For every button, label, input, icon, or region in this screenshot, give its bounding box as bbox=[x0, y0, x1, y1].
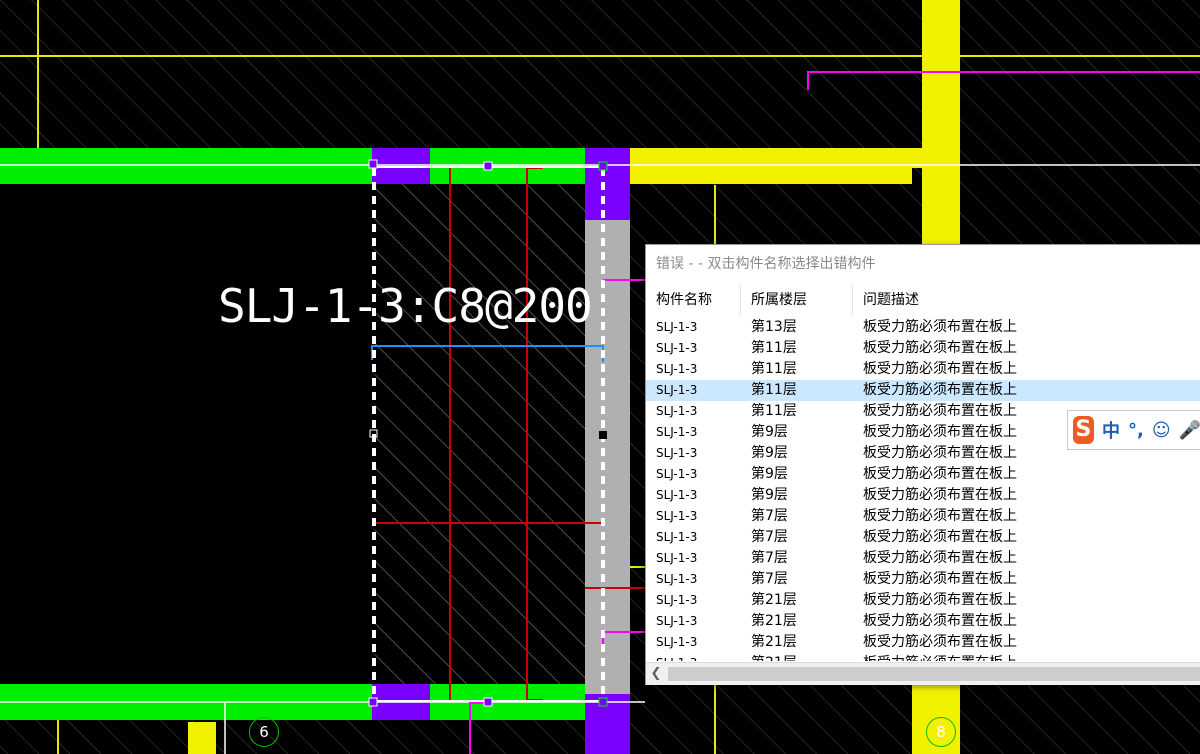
table-row[interactable]: SLJ-1-3 第11层 板受力筋必须布置在板上 bbox=[646, 338, 1200, 359]
row-floor: 第9层 bbox=[751, 424, 788, 440]
row-component-name: SLJ-1-3 bbox=[656, 467, 698, 481]
row-floor: 第21层 bbox=[741, 653, 853, 661]
ime-toolbar: S 中 °, ☺ 🎤 bbox=[1067, 410, 1200, 450]
row-component-name: SLJ-1-3 bbox=[656, 320, 698, 334]
row-component-name: SLJ-1-3 bbox=[656, 383, 698, 397]
row-floor: 第7层 bbox=[751, 508, 788, 524]
row-component-name: SLJ-1-3 bbox=[656, 614, 698, 628]
table-row[interactable]: SLJ-1-3 第11层 板受力筋必须布置在板上 bbox=[646, 359, 1200, 380]
row-description: 板受力筋必须布置在板上 bbox=[863, 571, 1017, 587]
row-description: 板受力筋必须布置在板上 bbox=[863, 550, 1017, 566]
column-header-name[interactable]: 构件名称 bbox=[646, 285, 741, 315]
row-floor: 第11层 bbox=[751, 403, 797, 419]
grip-handle bbox=[368, 697, 378, 707]
row-floor: 第11层 bbox=[751, 382, 797, 398]
grip-handle bbox=[598, 697, 608, 707]
table-row[interactable]: SLJ-1-3 第7层 板受力筋必须布置在板上 bbox=[646, 569, 1200, 590]
table-row[interactable]: SLJ-1-3 第7层 板受力筋必须布置在板上 bbox=[646, 548, 1200, 569]
ime-emoji-icon[interactable]: ☺ bbox=[1152, 420, 1171, 441]
ime-punctuation-button[interactable]: °, bbox=[1128, 420, 1144, 441]
table-row[interactable]: SLJ-1-3 第9层 板受力筋必须布置在板上 bbox=[646, 464, 1200, 485]
row-floor: 第11层 bbox=[751, 340, 797, 356]
row-component-name: SLJ-1-3 bbox=[656, 404, 698, 418]
grip-handle bbox=[599, 431, 607, 439]
row-floor: 第13层 bbox=[751, 319, 797, 335]
horizontal-scrollbar[interactable]: ❮ bbox=[646, 662, 1200, 685]
row-component-name: SLJ-1-3 bbox=[656, 362, 698, 376]
row-floor: 第7层 bbox=[751, 571, 788, 587]
yellow-beam bbox=[922, 0, 960, 245]
row-description: 板受力筋必须布置在板上 bbox=[863, 508, 1017, 524]
yellow-beam bbox=[630, 168, 912, 184]
scrollbar-thumb[interactable] bbox=[668, 667, 1200, 681]
row-component-name: SLJ-1-3 bbox=[656, 635, 698, 649]
grip-handle bbox=[368, 159, 378, 169]
row-floor: 第9层 bbox=[751, 487, 788, 503]
row-floor: 第7层 bbox=[751, 550, 788, 566]
table-row[interactable]: SLJ-1-3 第21层 板受力筋必须布置在板上 bbox=[646, 632, 1200, 653]
slab-black-room bbox=[0, 184, 372, 684]
grip-handle bbox=[483, 697, 493, 707]
row-description: 板受力筋必须布置在板上 bbox=[863, 634, 1017, 650]
row-floor: 第7层 bbox=[751, 529, 788, 545]
row-component-name: SLJ-1-3 bbox=[656, 425, 698, 439]
table-row[interactable]: SLJ-1-3 第13层 板受力筋必须布置在板上 bbox=[646, 317, 1200, 338]
column-header-description[interactable]: 问题描述 bbox=[853, 285, 1200, 315]
row-description: 板受力筋必须布置在板上 bbox=[863, 487, 1017, 503]
row-floor: 第9层 bbox=[751, 445, 788, 461]
row-description: 板受力筋必须布置在板上 bbox=[863, 592, 1017, 608]
row-description: 板受力筋必须布置在板上 bbox=[853, 653, 1200, 661]
yellow-beam bbox=[188, 722, 216, 754]
error-table-body: SLJ-1-3 第13层 板受力筋必须布置在板上 SLJ-1-3 第11层 板受力筋必须布… bbox=[646, 317, 1200, 661]
error-panel-title[interactable]: 错误 - - 双击构件名称选择出错构件 bbox=[646, 245, 1200, 283]
row-floor: 第9层 bbox=[751, 466, 788, 482]
table-row[interactable]: SLJ-1-3 第7层 板受力筋必须布置在板上 bbox=[646, 527, 1200, 548]
table-row[interactable]: SLJ-1-3第21层板受力筋必须布置在板上 bbox=[646, 653, 1200, 661]
rebar-label[interactable]: SLJ-1-3:C8@200 bbox=[218, 278, 593, 334]
row-floor: 第21层 bbox=[751, 613, 797, 629]
error-table-header: 构件名称 所属楼层 问题描述 bbox=[646, 285, 1200, 315]
row-description: 板受力筋必须布置在板上 bbox=[863, 613, 1017, 629]
sogou-logo-icon[interactable]: S bbox=[1073, 416, 1094, 444]
chevron-left-icon[interactable]: ❮ bbox=[646, 663, 666, 685]
ime-chinese-mode-button[interactable]: 中 bbox=[1102, 417, 1120, 443]
row-floor: 第21层 bbox=[751, 592, 797, 608]
column-header-floor[interactable]: 所属楼层 bbox=[741, 285, 853, 315]
row-component-name: SLJ-1-3 bbox=[656, 551, 698, 565]
row-component-name: SLJ-1-3 bbox=[656, 446, 698, 460]
row-component-name: SLJ-1-3 bbox=[656, 572, 698, 586]
table-row[interactable]: SLJ-1-3 第9层 板受力筋必须布置在板上 bbox=[646, 485, 1200, 506]
row-description: 板受力筋必须布置在板上 bbox=[863, 319, 1017, 335]
table-row[interactable]: SLJ-1-3 第21层 板受力筋必须布置在板上 bbox=[646, 611, 1200, 632]
row-component-name: SLJ-1-3 bbox=[656, 593, 698, 607]
purple-column bbox=[585, 148, 630, 220]
table-row[interactable]: SLJ-1-3 第21层 板受力筋必须布置在板上 bbox=[646, 590, 1200, 611]
row-component-name: SLJ-1-3 bbox=[656, 488, 698, 502]
grip-handle bbox=[598, 161, 608, 171]
row-description: 板受力筋必须布置在板上 bbox=[863, 340, 1017, 356]
row-component-name: SLJ-1-3 bbox=[646, 653, 741, 661]
row-floor: 第21层 bbox=[751, 634, 797, 650]
row-description: 板受力筋必须布置在板上 bbox=[863, 466, 1017, 482]
row-description: 板受力筋必须布置在板上 bbox=[863, 382, 1017, 398]
row-description: 板受力筋必须布置在板上 bbox=[863, 529, 1017, 545]
ime-voice-icon[interactable]: 🎤 bbox=[1179, 420, 1200, 441]
table-row[interactable]: SLJ-1-3 第7层 板受力筋必须布置在板上 bbox=[646, 506, 1200, 527]
table-row[interactable]: SLJ-1-3 第11层 板受力筋必须布置在板上 bbox=[646, 380, 1200, 401]
selected-slab-strip bbox=[375, 168, 585, 700]
axis-bubble-8[interactable]: 8 bbox=[926, 717, 956, 747]
row-component-name: SLJ-1-3 bbox=[656, 341, 698, 355]
row-component-name: SLJ-1-3 bbox=[656, 509, 698, 523]
row-floor: 第11层 bbox=[751, 361, 797, 377]
grip-handle bbox=[483, 161, 493, 171]
grey-wall bbox=[585, 220, 630, 694]
row-component-name: SLJ-1-3 bbox=[656, 530, 698, 544]
row-description: 板受力筋必须布置在板上 bbox=[863, 361, 1017, 377]
axis-bubble-6[interactable]: 6 bbox=[249, 717, 279, 747]
error-panel: 错误 - - 双击构件名称选择出错构件 构件名称 所属楼层 问题描述 SLJ-1… bbox=[645, 244, 1200, 685]
